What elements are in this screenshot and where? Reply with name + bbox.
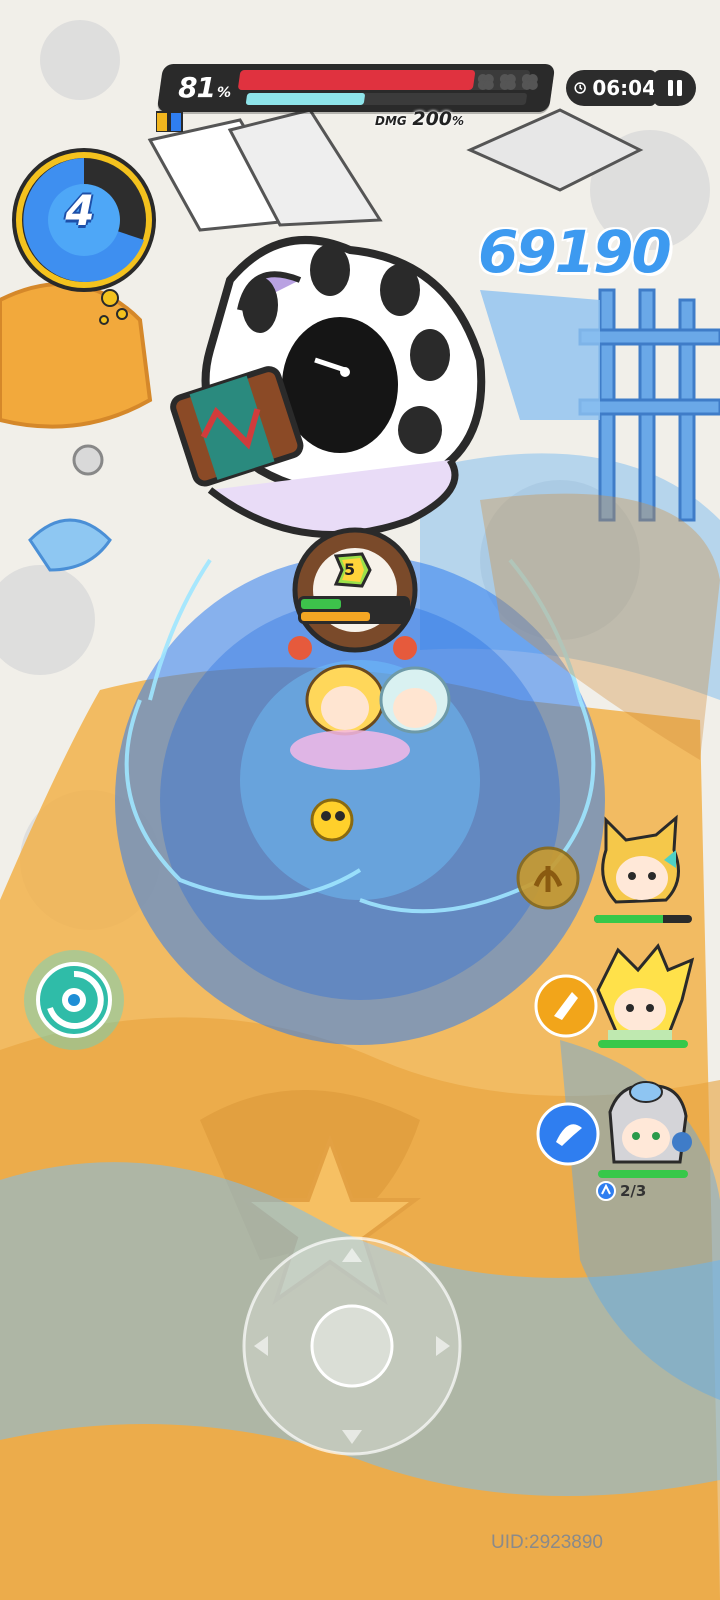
skill-button[interactable] (22, 948, 126, 1052)
party-member-hp-bar (594, 915, 692, 923)
boss-shield-fill (245, 93, 365, 105)
party-member-hp-fill (598, 1170, 688, 1178)
damage-label: DMG (375, 114, 407, 128)
clover-icon (477, 74, 538, 90)
party-skill-icon[interactable] (516, 846, 580, 910)
virtual-joystick[interactable] (242, 1236, 462, 1456)
game-scene: 81% DMG 200% 06:04 4 69190 5 2/3 UID:292… (0, 0, 720, 1600)
team-color-icon (156, 111, 183, 132)
wave-counter-gauge (12, 148, 156, 325)
damage-value: 200 (412, 108, 453, 130)
score-counter: 69190 (478, 218, 672, 286)
timer-value: 06:04 (592, 76, 656, 100)
party-member-hp-fill (594, 915, 663, 923)
boss-hp-percent: 81% (178, 71, 231, 104)
boss-damage-multiplier: DMG 200% (375, 108, 464, 130)
stage-timer: 06:04 (566, 70, 656, 106)
party-member-portrait[interactable] (588, 940, 700, 1052)
party-skill-icon[interactable] (536, 1102, 600, 1166)
party-member-hp-bar (598, 1170, 688, 1178)
party-member-hp-bar (598, 1040, 688, 1048)
player-status-bars (298, 596, 410, 624)
boss-hp-percent-value: 81 (178, 71, 216, 104)
party-member-portrait[interactable] (590, 1072, 702, 1180)
damage-symbol: % (452, 114, 465, 128)
party-member-portrait[interactable] (586, 810, 696, 920)
boss-hp-fill (237, 70, 476, 90)
clock-icon (574, 82, 586, 94)
skill-charges-value: 2/3 (620, 1182, 647, 1200)
skill-charges: 2/3 (596, 1181, 646, 1201)
boss-shield-track (245, 93, 528, 105)
user-id: UID:2923890 (491, 1532, 603, 1553)
wave-number: 4 (65, 186, 95, 235)
party-member-hp-fill (598, 1040, 688, 1048)
joystick-thumb (310, 1304, 394, 1388)
boss-hp-bar: 81% (156, 64, 556, 112)
boss-creature (170, 236, 486, 538)
charge-icon (596, 1181, 616, 1201)
boss-hp-percent-symbol: % (217, 85, 232, 101)
party-skill-icon[interactable] (534, 974, 598, 1038)
pause-icon (668, 80, 682, 96)
player-level-badge (333, 552, 372, 588)
player-hp-fill (301, 599, 342, 609)
player-ex-fill (301, 612, 370, 621)
pause-button[interactable] (654, 70, 696, 106)
